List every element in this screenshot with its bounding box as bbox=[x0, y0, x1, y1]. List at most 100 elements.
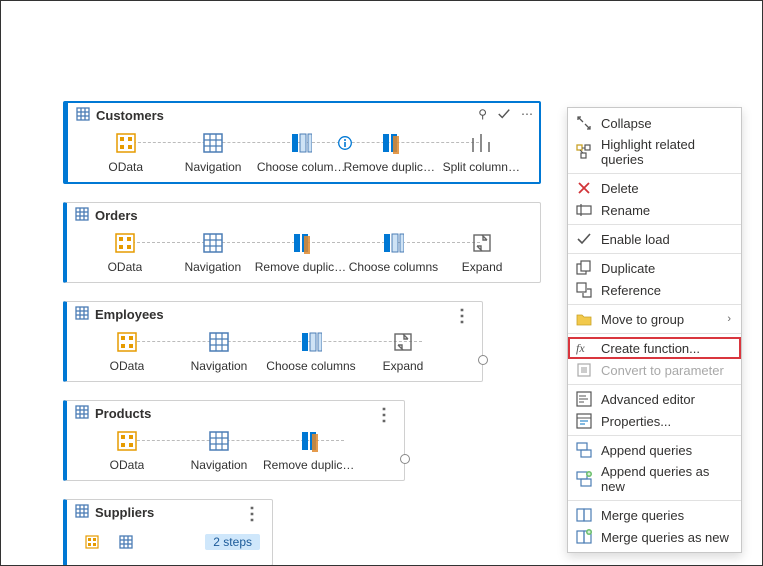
merge-new-icon bbox=[576, 529, 592, 545]
steps-badge: 2 steps bbox=[205, 534, 260, 550]
step-label: Navigation bbox=[184, 260, 241, 274]
menu-item-append-queries-as-new[interactable]: Append queries as new bbox=[568, 461, 741, 497]
grid-icon bbox=[206, 428, 232, 454]
context-menu: Collapse Highlight related queries Delet… bbox=[567, 107, 742, 553]
menu-separator bbox=[568, 435, 741, 436]
query-card-suppliers[interactable]: Suppliers ⋯ 2 steps bbox=[63, 499, 273, 565]
odata-icon bbox=[114, 329, 140, 355]
choose-cols-icon bbox=[298, 329, 324, 355]
step-grid[interactable]: Navigation bbox=[173, 329, 265, 373]
menu-item-merge-queries-as-new[interactable]: Merge queries as new bbox=[568, 526, 741, 548]
more-icon[interactable]: ⋯ bbox=[245, 501, 259, 525]
step-label: Navigation bbox=[191, 359, 248, 373]
check-icon bbox=[497, 107, 511, 124]
query-title: Employees bbox=[95, 307, 164, 322]
reference-icon bbox=[576, 282, 592, 298]
menu-item-highlight-related-queries[interactable]: Highlight related queries bbox=[568, 134, 741, 170]
menu-label: Properties... bbox=[601, 414, 671, 429]
query-header[interactable]: Employees ⋯ bbox=[67, 302, 482, 325]
menu-item-create-function[interactable]: Create function... bbox=[568, 337, 741, 359]
menu-separator bbox=[568, 333, 741, 334]
query-title: Customers bbox=[96, 108, 164, 123]
menu-separator bbox=[568, 224, 741, 225]
menu-label: Merge queries bbox=[601, 508, 684, 523]
query-card-employees[interactable]: Employees ⋯ OData Navigation Choose co bbox=[63, 301, 483, 382]
remove-dup-icon bbox=[290, 230, 316, 256]
source-icon bbox=[79, 529, 105, 555]
query-title: Products bbox=[95, 406, 151, 421]
menu-item-rename[interactable]: Rename bbox=[568, 199, 741, 221]
step-expand[interactable]: Expand bbox=[438, 230, 526, 274]
menu-item-merge-queries[interactable]: Merge queries bbox=[568, 504, 741, 526]
step-label: OData bbox=[110, 359, 145, 373]
step-remove-dup[interactable]: Remove duplicat… bbox=[257, 230, 349, 274]
step-choose-cols[interactable]: Choose columns bbox=[265, 329, 357, 373]
step-label: Navigation bbox=[185, 160, 242, 174]
query-header[interactable]: Customers bbox=[68, 103, 539, 126]
step-remove-dup[interactable]: Remove duplicat… bbox=[265, 428, 357, 472]
query-header[interactable]: Orders bbox=[67, 203, 540, 226]
step-odata[interactable]: OData bbox=[81, 230, 169, 274]
step-choose-cols[interactable]: Choose colum… bbox=[257, 130, 346, 174]
step-odata[interactable]: OData bbox=[81, 428, 173, 472]
query-card-orders[interactable]: Orders OData Navigation Remove duplic bbox=[63, 202, 541, 283]
grid-icon bbox=[206, 329, 232, 355]
menu-item-append-queries[interactable]: Append queries bbox=[568, 439, 741, 461]
grid-icon bbox=[200, 230, 226, 256]
step-split-col[interactable]: Split column… bbox=[438, 130, 525, 174]
append-icon bbox=[576, 442, 592, 458]
step-label: Navigation bbox=[191, 458, 248, 472]
menu-separator bbox=[568, 304, 741, 305]
expand-icon bbox=[390, 329, 416, 355]
menu-item-convert-to-parameter: Convert to parameter bbox=[568, 359, 741, 381]
delete-icon bbox=[576, 180, 592, 196]
menu-label: Rename bbox=[601, 203, 650, 218]
step-expand[interactable]: Expand bbox=[357, 329, 449, 373]
check-icon bbox=[576, 231, 592, 247]
menu-separator bbox=[568, 500, 741, 501]
menu-separator bbox=[568, 384, 741, 385]
more-icon[interactable]: ⋯ bbox=[455, 303, 469, 327]
table-icon bbox=[75, 207, 89, 224]
step-odata[interactable]: OData bbox=[81, 329, 173, 373]
step-label: Remove duplicat… bbox=[255, 260, 351, 274]
step-grid[interactable]: Navigation bbox=[169, 130, 256, 174]
step-label: OData bbox=[108, 260, 143, 274]
step-label: Expand bbox=[462, 260, 503, 274]
menu-item-enable-load[interactable]: Enable load bbox=[568, 228, 741, 250]
properties-icon bbox=[576, 413, 592, 429]
step-grid[interactable]: Navigation bbox=[169, 230, 257, 274]
menu-label: Append queries as new bbox=[601, 464, 731, 494]
menu-label: Merge queries as new bbox=[601, 530, 729, 545]
step-grid[interactable]: Navigation bbox=[173, 428, 265, 472]
chevron-right-icon: › bbox=[727, 313, 731, 325]
card-toolbar: ⚲ ⋯ bbox=[478, 107, 533, 124]
menu-label: Delete bbox=[601, 181, 639, 196]
menu-item-move-to-group[interactable]: Move to group › bbox=[568, 308, 741, 330]
query-card-products[interactable]: Products ⋯ OData Navigation Remove dup bbox=[63, 400, 405, 481]
pin-icon[interactable]: ⚲ bbox=[478, 107, 487, 124]
table-icon bbox=[76, 107, 90, 124]
menu-item-collapse[interactable]: Collapse bbox=[568, 112, 741, 134]
step-remove-dup[interactable]: Remove duplicat… bbox=[346, 130, 438, 174]
step-label: Remove duplicat… bbox=[344, 160, 440, 174]
menu-item-delete[interactable]: Delete bbox=[568, 177, 741, 199]
more-icon[interactable]: ⋯ bbox=[377, 402, 391, 426]
step-label: Choose colum… bbox=[257, 160, 346, 174]
output-node[interactable] bbox=[478, 355, 488, 365]
menu-item-properties[interactable]: Properties... bbox=[568, 410, 741, 432]
menu-item-duplicate[interactable]: Duplicate bbox=[568, 257, 741, 279]
menu-label: Duplicate bbox=[601, 261, 655, 276]
more-icon[interactable]: ⋯ bbox=[521, 107, 533, 124]
query-header[interactable]: Suppliers ⋯ bbox=[67, 500, 272, 523]
step-label: OData bbox=[110, 458, 145, 472]
query-header[interactable]: Products ⋯ bbox=[67, 401, 404, 424]
query-card-customers[interactable]: ⚲ ⋯ Customers OData Navigation bbox=[63, 101, 541, 184]
menu-item-advanced-editor[interactable]: Advanced editor bbox=[568, 388, 741, 410]
output-node[interactable] bbox=[400, 454, 410, 464]
merge-icon bbox=[576, 507, 592, 523]
step-choose-cols[interactable]: Choose columns bbox=[349, 230, 438, 274]
grid-icon bbox=[200, 130, 226, 156]
menu-item-reference[interactable]: Reference bbox=[568, 279, 741, 301]
step-odata[interactable]: OData bbox=[82, 130, 169, 174]
